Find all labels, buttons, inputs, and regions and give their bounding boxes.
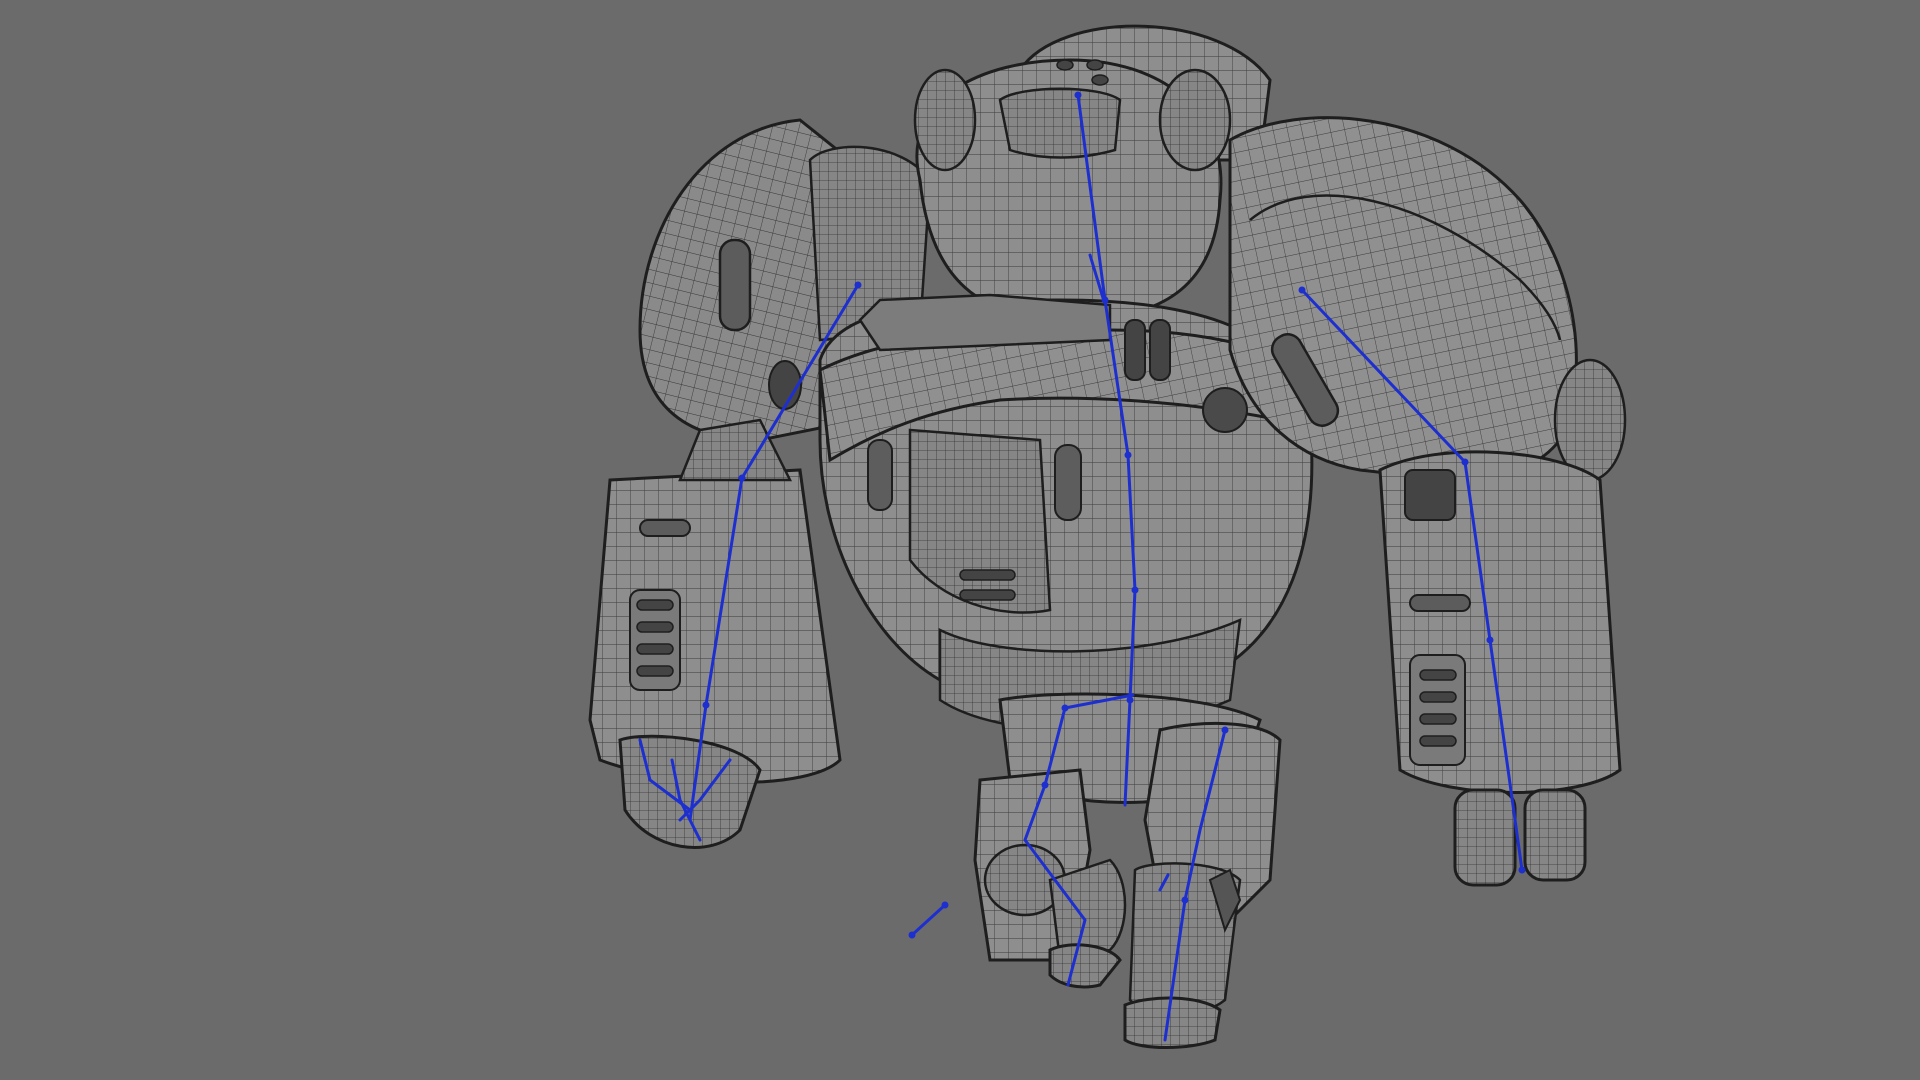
right-leg: [1128, 721, 1282, 1017]
head: [913, 58, 1232, 322]
left-foot: [1048, 943, 1122, 989]
right-foot: [1123, 996, 1222, 1049]
left-forearm: [588, 418, 842, 784]
3d-viewport[interactable]: [0, 0, 1920, 1080]
right-forearm: [1378, 450, 1622, 794]
right-shoulder-pad: [1228, 116, 1627, 482]
left-hand: [618, 734, 762, 849]
ik-handle-bone: [910, 903, 947, 937]
robot-wireframe-model: [588, 24, 1627, 1049]
